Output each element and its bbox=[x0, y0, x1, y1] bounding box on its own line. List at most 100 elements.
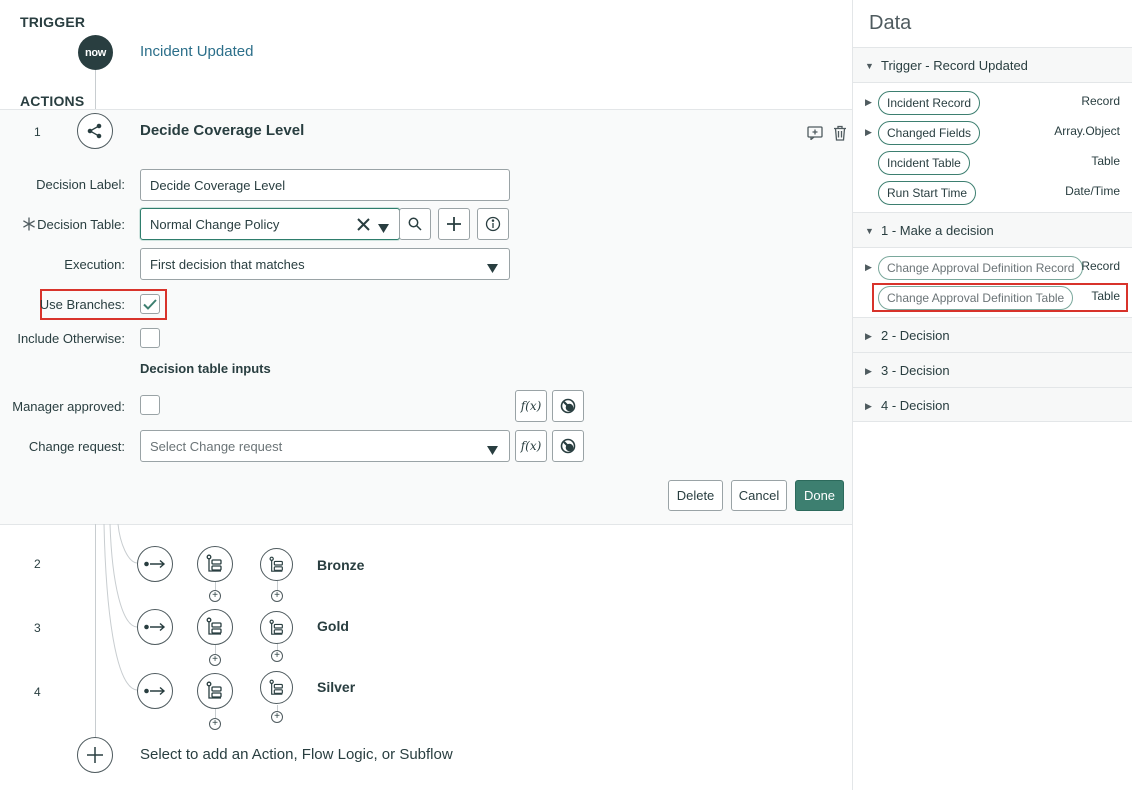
decision-table-label: Decision Table: bbox=[37, 217, 125, 232]
actions-section-label: ACTIONS bbox=[20, 93, 85, 109]
decision-table-value: Normal Change Policy bbox=[150, 216, 280, 232]
expand-icon[interactable]: ▶ bbox=[865, 97, 872, 108]
change-request-label: Change request: bbox=[28, 439, 125, 454]
data-pill-picker-icon bbox=[560, 398, 576, 414]
manager-approved-checkbox[interactable] bbox=[140, 395, 160, 415]
decision-label-label: Decision Label: bbox=[36, 177, 125, 192]
data-panel: Data ▼ Trigger - Record Updated ▶ Incide… bbox=[852, 0, 1132, 790]
branch-label: Gold bbox=[317, 618, 349, 634]
add-comment-icon[interactable] bbox=[806, 124, 824, 142]
trash-icon[interactable] bbox=[831, 124, 849, 142]
data-pill-picker-icon bbox=[560, 438, 576, 454]
data-section-trigger[interactable]: ▼ Trigger - Record Updated bbox=[853, 47, 1132, 82]
data-pill-change-approval-table[interactable]: Change Approval Definition Table bbox=[878, 286, 1074, 310]
execution-label: Execution: bbox=[64, 257, 125, 272]
done-button[interactable]: Done bbox=[795, 480, 844, 511]
data-section-decision-2[interactable]: ▶ 2 - Decision bbox=[853, 317, 1132, 352]
data-section-decision-4[interactable]: ▶ 4 - Decision bbox=[853, 387, 1132, 422]
add-step-icon[interactable]: + bbox=[209, 590, 221, 602]
manager-approved-datapill-button[interactable] bbox=[552, 390, 584, 422]
data-section-label: 1 - Make a decision bbox=[881, 223, 994, 238]
data-section-label: 2 - Decision bbox=[881, 328, 950, 343]
change-request-fx-button[interactable]: f(x) bbox=[515, 430, 547, 462]
use-branches-checkbox[interactable] bbox=[140, 294, 160, 314]
data-section-label: 4 - Decision bbox=[881, 398, 950, 413]
delete-button[interactable]: Delete bbox=[668, 480, 723, 511]
chevron-right-icon: ▶ bbox=[865, 401, 872, 411]
data-pill-type: Array.Object bbox=[1054, 124, 1120, 138]
manager-approved-label: Manager approved: bbox=[12, 399, 125, 414]
data-pill-run-start-time[interactable]: Run Start Time bbox=[878, 181, 977, 205]
flow-logic-icon[interactable] bbox=[197, 673, 233, 709]
data-panel-title: Data bbox=[869, 12, 912, 34]
go-to-icon[interactable] bbox=[137, 673, 173, 709]
add-action-prompt[interactable]: Select to add an Action, Flow Logic, or … bbox=[140, 746, 453, 763]
plus-icon bbox=[447, 217, 461, 231]
chevron-right-icon: ▶ bbox=[865, 366, 872, 376]
search-button[interactable] bbox=[399, 208, 431, 240]
decision-label-input[interactable]: Decide Coverage Level bbox=[140, 169, 510, 201]
expand-icon[interactable]: ▶ bbox=[865, 127, 872, 138]
trigger-title[interactable]: Incident Updated bbox=[140, 43, 253, 60]
branch-label: Bronze bbox=[317, 557, 365, 573]
add-step-icon[interactable]: + bbox=[271, 590, 283, 602]
add-record-button[interactable] bbox=[438, 208, 470, 240]
data-pill-type: Date/Time bbox=[1065, 184, 1120, 198]
data-pill-change-approval-record[interactable]: Change Approval Definition Record bbox=[878, 256, 1084, 280]
data-pill-changed-fields[interactable]: Changed Fields bbox=[878, 121, 981, 145]
decision-label-value: Decide Coverage Level bbox=[150, 177, 286, 193]
flow-logic-icon[interactable] bbox=[197, 546, 233, 582]
flow-logic-icon[interactable] bbox=[197, 609, 233, 645]
data-pill-type: Record bbox=[1081, 94, 1120, 108]
add-step-icon[interactable]: + bbox=[271, 711, 283, 723]
change-request-datapill-button[interactable] bbox=[552, 430, 584, 462]
plus-icon bbox=[87, 747, 103, 763]
add-step-icon[interactable]: + bbox=[209, 718, 221, 730]
use-branches-label: Use Branches: bbox=[39, 297, 125, 312]
flow-logic-icon[interactable] bbox=[260, 671, 293, 704]
data-section-label: Trigger - Record Updated bbox=[881, 58, 1028, 73]
info-button[interactable] bbox=[477, 208, 509, 240]
add-step-icon[interactable]: + bbox=[271, 650, 283, 662]
execution-value: First decision that matches bbox=[150, 256, 305, 272]
branch-number: 4 bbox=[34, 685, 41, 699]
go-to-icon[interactable] bbox=[137, 609, 173, 645]
checkmark-icon bbox=[143, 298, 157, 310]
branch-number: 2 bbox=[34, 557, 41, 571]
decision-icon bbox=[77, 113, 113, 149]
trigger-section-label: TRIGGER bbox=[20, 14, 86, 30]
action-title: Decide Coverage Level bbox=[140, 122, 305, 139]
fx-icon: f(x) bbox=[520, 439, 542, 453]
clear-icon[interactable] bbox=[357, 218, 370, 236]
data-section-decision-3[interactable]: ▶ 3 - Decision bbox=[853, 352, 1132, 387]
flow-logic-icon[interactable] bbox=[260, 548, 293, 581]
step-number: 1 bbox=[34, 125, 41, 139]
data-pill-type: Record bbox=[1081, 259, 1120, 273]
flow-canvas: TRIGGER now Incident Updated ACTIONS 1 D… bbox=[0, 0, 852, 790]
manager-approved-fx-button[interactable]: f(x) bbox=[515, 390, 547, 422]
branch-label: Silver bbox=[317, 679, 356, 695]
go-to-icon[interactable] bbox=[137, 546, 173, 582]
branch-number: 3 bbox=[34, 621, 41, 635]
add-action-button[interactable] bbox=[77, 737, 113, 773]
expand-icon[interactable]: ▶ bbox=[865, 262, 872, 273]
change-request-chevron-down-icon[interactable] bbox=[487, 442, 498, 460]
include-otherwise-label: Include Otherwise: bbox=[17, 331, 125, 346]
fx-icon: f(x) bbox=[520, 399, 542, 413]
add-step-icon[interactable]: + bbox=[209, 654, 221, 666]
data-pill-incident-table[interactable]: Incident Table bbox=[878, 151, 970, 175]
include-otherwise-checkbox[interactable] bbox=[140, 328, 160, 348]
chevron-down-icon[interactable] bbox=[378, 220, 389, 238]
data-section-make-decision[interactable]: ▼ 1 - Make a decision bbox=[853, 212, 1132, 247]
cancel-button[interactable]: Cancel bbox=[731, 480, 787, 511]
chevron-right-icon: ▶ bbox=[865, 331, 872, 341]
search-icon bbox=[408, 217, 422, 231]
servicenow-logo: now bbox=[78, 35, 113, 70]
flow-logic-icon[interactable] bbox=[260, 611, 293, 644]
chevron-down-icon: ▼ bbox=[865, 61, 874, 71]
execution-select[interactable]: First decision that matches bbox=[140, 248, 510, 280]
data-pill-incident-record[interactable]: Incident Record bbox=[878, 91, 981, 115]
execution-chevron-down-icon[interactable] bbox=[487, 260, 498, 278]
decision-inputs-heading: Decision table inputs bbox=[140, 361, 271, 376]
change-request-select[interactable]: Select Change request bbox=[140, 430, 510, 462]
